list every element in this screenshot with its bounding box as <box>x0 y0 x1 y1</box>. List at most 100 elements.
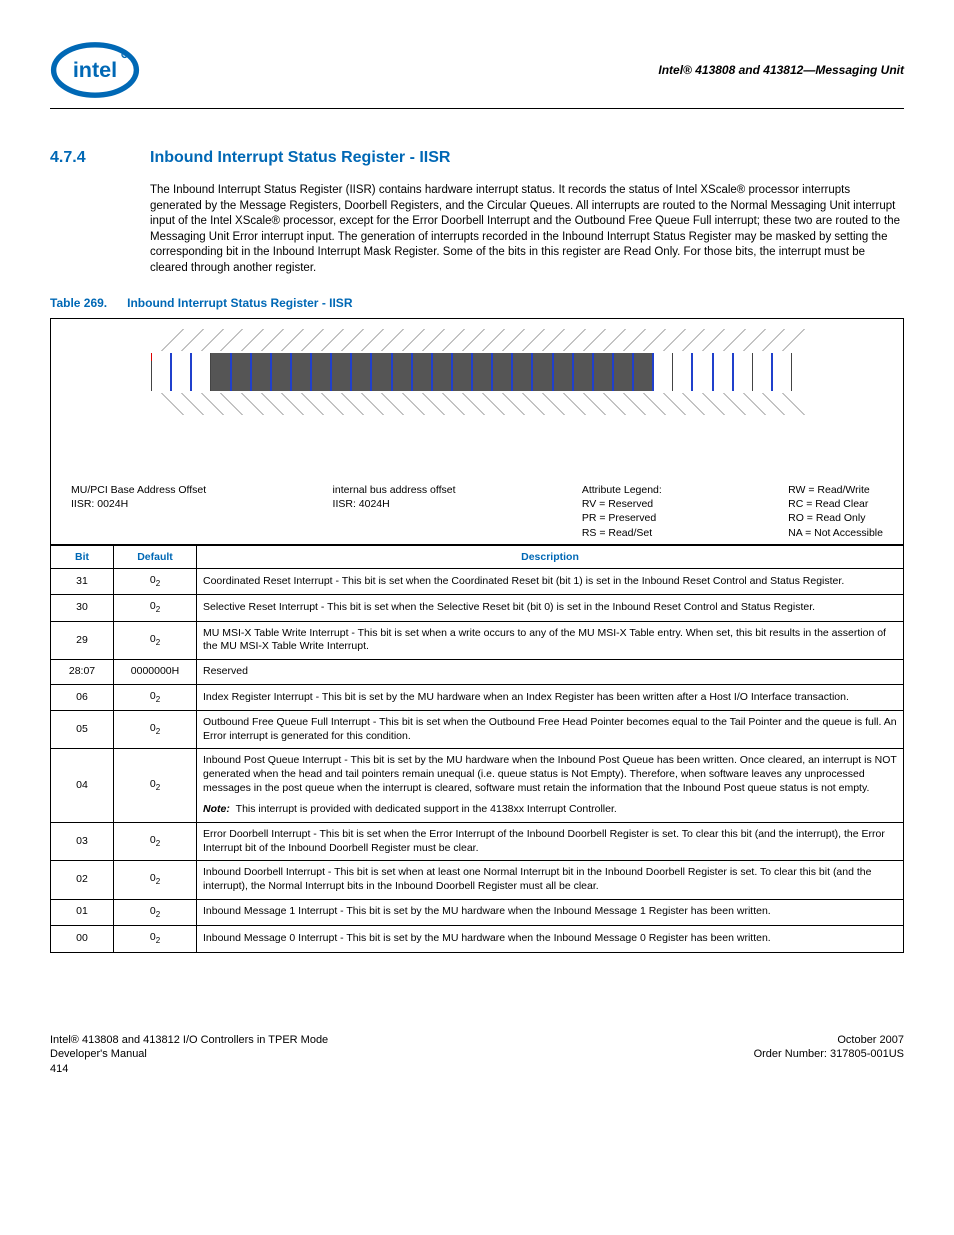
col-default: Default <box>114 545 197 568</box>
bit-cell <box>252 353 272 391</box>
bit-cell <box>232 353 252 391</box>
table-row: 0002Inbound Message 0 Interrupt - This b… <box>51 926 904 952</box>
bit-cell <box>192 353 211 391</box>
description-cell: Error Doorbell Interrupt - This bit is s… <box>197 823 904 861</box>
bit-value: 03 <box>51 823 114 861</box>
bit-cell <box>453 353 473 391</box>
description-cell: Inbound Doorbell Interrupt - This bit is… <box>197 861 904 899</box>
bit-cell <box>272 353 292 391</box>
bit-cell <box>292 353 312 391</box>
default-value: 02 <box>114 684 197 710</box>
bit-cell <box>533 353 553 391</box>
description-cell: MU MSI-X Table Write Interrupt - This bi… <box>197 621 904 659</box>
attr-legend-right: RW = Read/Write RC = Read Clear RO = Rea… <box>788 483 883 540</box>
header-title: Intel® 413808 and 413812—Messaging Unit <box>658 63 904 77</box>
description-cell: Inbound Message 0 Interrupt - This bit i… <box>197 926 904 952</box>
bit-cell <box>594 353 614 391</box>
bit-cell <box>714 353 734 391</box>
bit-cell <box>773 353 792 391</box>
offset-left: MU/PCI Base Address Offset IISR: 0024H <box>71 483 206 540</box>
table-label: Table 269. <box>50 296 107 310</box>
bit-value: 00 <box>51 926 114 952</box>
footer-left: Intel® 413808 and 413812 I/O Controllers… <box>50 1033 328 1078</box>
bit-cell <box>312 353 332 391</box>
default-value: 02 <box>114 595 197 621</box>
col-description: Description <box>197 545 904 568</box>
bit-value: 31 <box>51 568 114 594</box>
bit-cell <box>332 353 352 391</box>
description-cell: Index Register Interrupt - This bit is s… <box>197 684 904 710</box>
attr-legend-left: Attribute Legend: RV = Reserved PR = Pre… <box>582 483 662 540</box>
bit-value: 02 <box>51 861 114 899</box>
bit-cell <box>673 353 693 391</box>
svg-text:intel: intel <box>73 57 117 82</box>
table-title: Inbound Interrupt Status Register - IISR <box>127 296 352 310</box>
table-caption: Table 269. Inbound Interrupt Status Regi… <box>50 296 904 310</box>
page-header: intel R Intel® 413808 and 413812—Messagi… <box>50 40 904 109</box>
bit-cell <box>493 353 513 391</box>
bit-bar <box>151 353 792 391</box>
bit-cell <box>352 353 372 391</box>
bit-diagram <box>71 353 883 473</box>
table-row: 0302Error Doorbell Interrupt - This bit … <box>51 823 904 861</box>
bit-cell <box>433 353 453 391</box>
section-heading: 4.7.4 Inbound Interrupt Status Register … <box>50 149 904 167</box>
default-value: 02 <box>114 568 197 594</box>
table-row: 0102Inbound Message 1 Interrupt - This b… <box>51 899 904 925</box>
description-cell: Coordinated Reset Interrupt - This bit i… <box>197 568 904 594</box>
bit-cell <box>152 353 172 391</box>
intel-logo: intel R <box>50 40 140 100</box>
bit-value: 04 <box>51 749 114 823</box>
bit-cell <box>634 353 654 391</box>
default-value: 02 <box>114 711 197 749</box>
default-value: 02 <box>114 823 197 861</box>
default-value: 02 <box>114 621 197 659</box>
description-cell: Selective Reset Interrupt - This bit is … <box>197 595 904 621</box>
bit-value: 28:07 <box>51 660 114 685</box>
table-row: 0402Inbound Post Queue Interrupt - This … <box>51 749 904 823</box>
bit-value: 06 <box>51 684 114 710</box>
default-value: 02 <box>114 926 197 952</box>
bit-cell <box>393 353 413 391</box>
col-bit: Bit <box>51 545 114 568</box>
section-title: Inbound Interrupt Status Register - IISR <box>150 149 450 167</box>
section-number: 4.7.4 <box>50 149 110 167</box>
register-bit-table: Bit Default Description 3102Coordinated … <box>50 545 904 953</box>
page-footer: Intel® 413808 and 413812 I/O Controllers… <box>50 1033 904 1078</box>
bit-cell <box>172 353 192 391</box>
description-cell: Inbound Post Queue Interrupt - This bit … <box>197 749 904 823</box>
bit-cell <box>654 353 673 391</box>
description-cell: Inbound Message 1 Interrupt - This bit i… <box>197 899 904 925</box>
section-paragraph: The Inbound Interrupt Status Register (I… <box>150 183 904 276</box>
bit-cell <box>211 353 231 391</box>
bit-cell <box>734 353 753 391</box>
table-row: 3002Selective Reset Interrupt - This bit… <box>51 595 904 621</box>
bit-cell <box>372 353 392 391</box>
table-row: 0502Outbound Free Queue Full Interrupt -… <box>51 711 904 749</box>
footer-right: October 2007 Order Number: 317805-001US <box>754 1033 904 1078</box>
bit-cell <box>554 353 574 391</box>
default-value: 02 <box>114 861 197 899</box>
table-row: 2902MU MSI-X Table Write Interrupt - Thi… <box>51 621 904 659</box>
default-value: 0000000H <box>114 660 197 685</box>
diagram-legend: MU/PCI Base Address Offset IISR: 0024H i… <box>71 483 883 540</box>
bit-cell <box>614 353 634 391</box>
default-value: 02 <box>114 899 197 925</box>
bit-value: 29 <box>51 621 114 659</box>
bit-value: 30 <box>51 595 114 621</box>
default-value: 02 <box>114 749 197 823</box>
description-cell: Reserved <box>197 660 904 685</box>
register-diagram-box: MU/PCI Base Address Offset IISR: 0024H i… <box>50 318 904 545</box>
svg-text:R: R <box>123 54 126 58</box>
table-row: 3102Coordinated Reset Interrupt - This b… <box>51 568 904 594</box>
bit-cell <box>753 353 773 391</box>
bit-cell <box>413 353 433 391</box>
table-row: 0202Inbound Doorbell Interrupt - This bi… <box>51 861 904 899</box>
table-row: 0602Index Register Interrupt - This bit … <box>51 684 904 710</box>
description-cell: Outbound Free Queue Full Interrupt - Thi… <box>197 711 904 749</box>
bit-cell <box>574 353 594 391</box>
table-row: 28:070000000HReserved <box>51 660 904 685</box>
bit-value: 05 <box>51 711 114 749</box>
bit-cell <box>513 353 533 391</box>
bit-cell <box>693 353 713 391</box>
